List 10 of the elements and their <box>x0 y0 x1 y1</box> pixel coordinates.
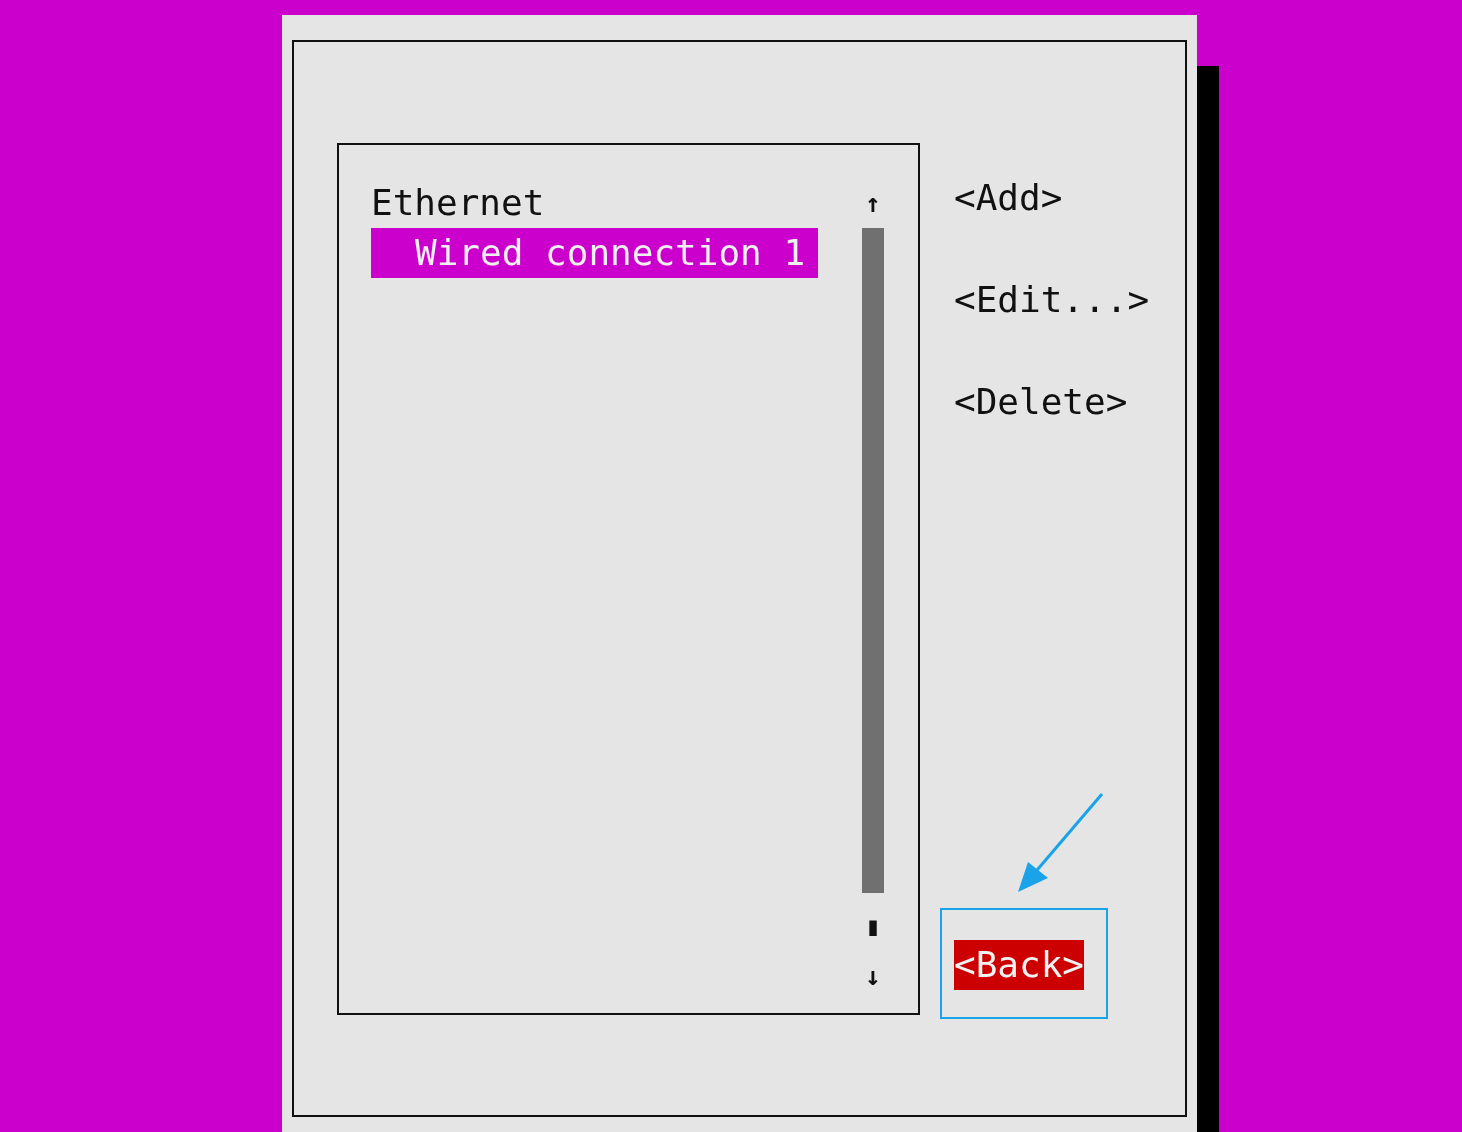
pointer-arrow-icon <box>1018 793 1104 892</box>
scroll-up-arrow[interactable]: ↑ <box>865 178 881 228</box>
menu-button[interactable]: <Back> <box>954 940 1085 990</box>
menu-button[interactable]: <Add> <box>954 173 1150 223</box>
menu-button[interactable]: <Edit...> <box>954 275 1150 325</box>
scroll-down-arrow[interactable]: ↓ <box>865 951 881 1001</box>
list-category: Ethernet <box>371 181 546 225</box>
scroll-thumb[interactable]: ▮ <box>865 901 881 951</box>
list-item[interactable]: Wired connection 1 <box>371 228 818 278</box>
menu-button[interactable]: <Delete> <box>954 377 1150 427</box>
